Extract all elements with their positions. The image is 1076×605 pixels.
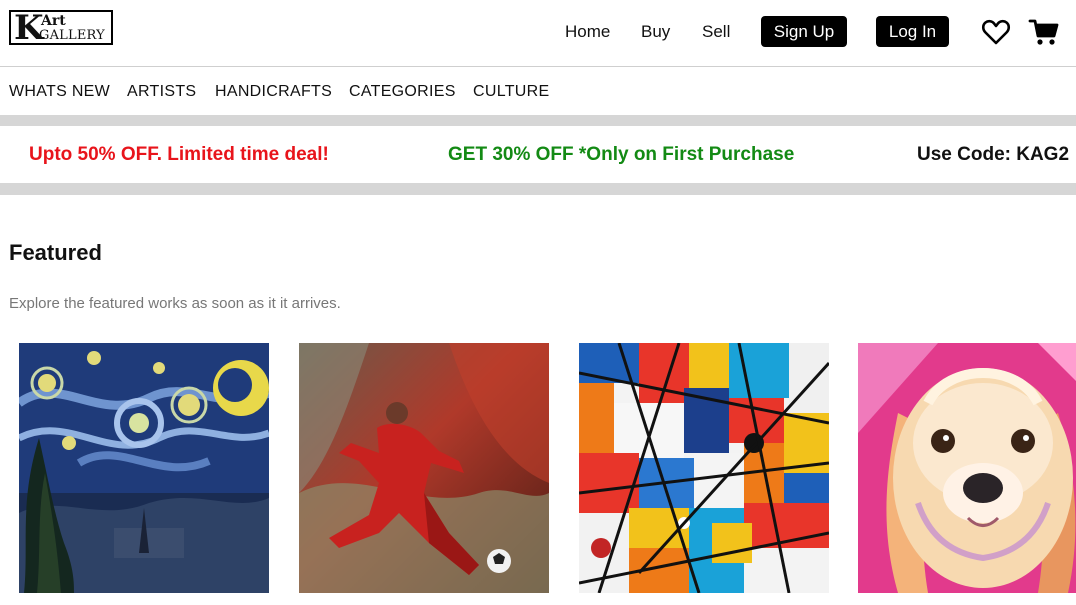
cat-categories[interactable]: CATEGORIES (349, 82, 456, 101)
featured-artwork-2[interactable] (299, 343, 549, 593)
featured-title: Featured (9, 240, 102, 265)
nav-buy-link[interactable]: Buy (641, 22, 670, 42)
promo-marquee: Upto 50% OFF. Limited time deal! GET 30%… (0, 126, 1076, 183)
heart-icon[interactable] (980, 16, 1012, 48)
promo-code-text: Use Code: KAG2 (917, 144, 1070, 165)
log-in-button[interactable]: Log In (876, 16, 949, 47)
logo-k: K (14, 10, 44, 45)
logo-gallery: GALLERY (39, 28, 105, 43)
cat-artists[interactable]: ARTISTS (127, 82, 196, 101)
logo-art: Art (41, 13, 66, 29)
promo-discount-text: Upto 50% OFF. Limited time deal! (29, 144, 329, 165)
nav-home-link[interactable]: Home (565, 22, 610, 42)
featured-artwork-3[interactable] (579, 343, 829, 593)
featured-artwork-1[interactable] (19, 343, 269, 593)
category-nav: WHATS NEW ARTISTS HANDICRAFTS CATEGORIES… (0, 67, 1076, 115)
cart-icon[interactable] (1028, 16, 1060, 48)
cat-culture[interactable]: CULTURE (473, 82, 549, 101)
sign-up-button[interactable]: Sign Up (761, 16, 847, 47)
cat-handicrafts[interactable]: HANDICRAFTS (215, 82, 332, 101)
artwork-image (299, 343, 549, 593)
artwork-image (579, 343, 829, 593)
nav-sell-link[interactable]: Sell (702, 22, 730, 42)
promo-first-purchase-text: GET 30% OFF *Only on First Purchase (448, 144, 795, 165)
promo-banner: Upto 50% OFF. Limited time deal! GET 30%… (0, 115, 1076, 195)
top-header: K Art GALLERY Home Buy Sell Sign Up Log … (0, 0, 1076, 67)
cat-whats-new[interactable]: WHATS NEW (9, 82, 110, 101)
featured-artwork-4[interactable] (858, 343, 1076, 593)
artwork-image (19, 343, 269, 593)
artwork-image (858, 343, 1076, 593)
brand-logo[interactable]: K Art GALLERY (9, 10, 113, 45)
featured-subtitle: Explore the featured works as soon as it… (9, 295, 341, 312)
